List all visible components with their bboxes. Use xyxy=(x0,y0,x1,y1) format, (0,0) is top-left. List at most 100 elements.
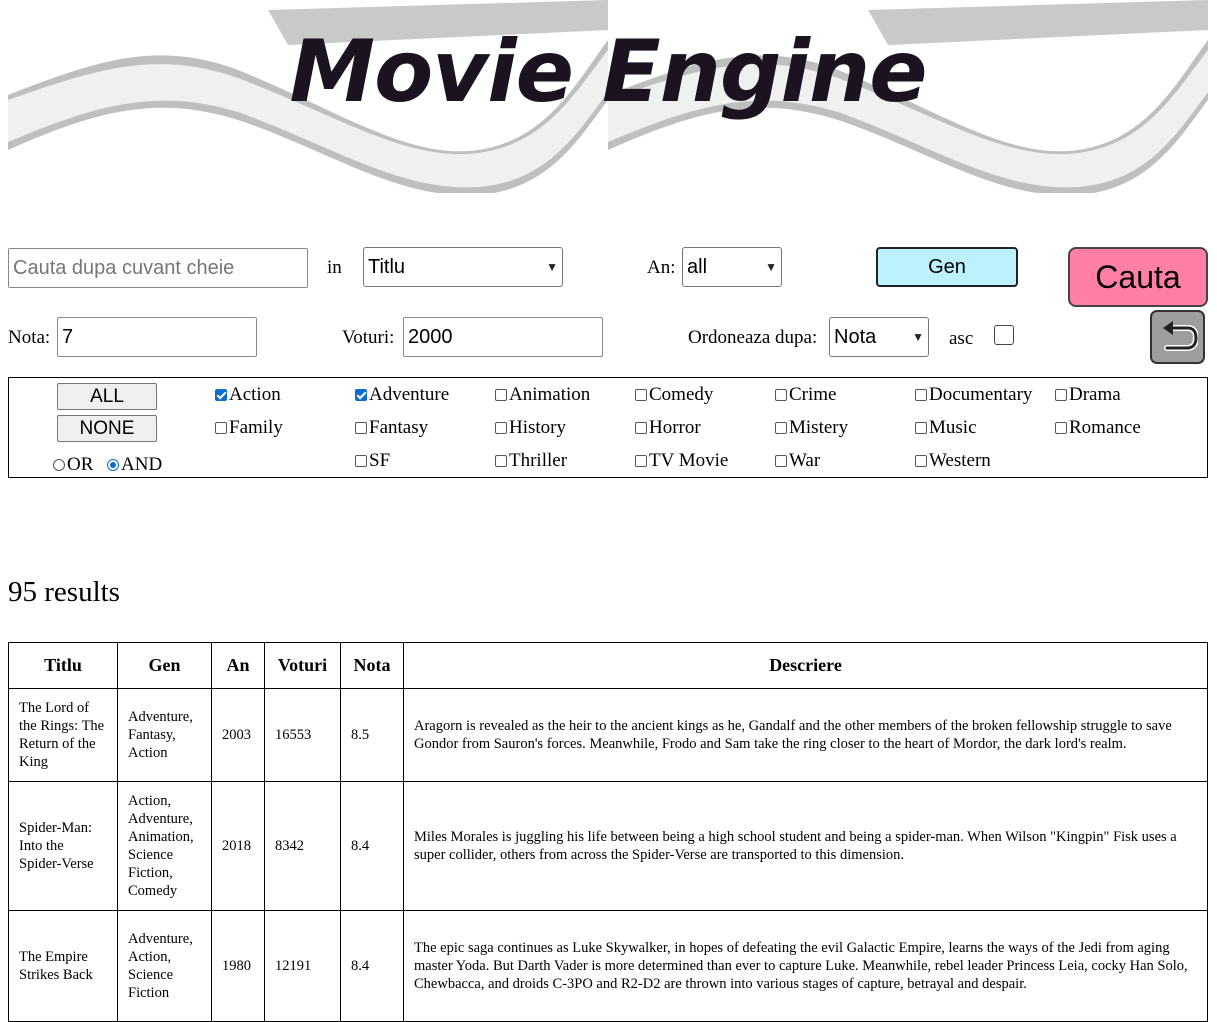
genre-checkbox[interactable] xyxy=(635,389,647,401)
genre-checkbox[interactable] xyxy=(635,422,647,434)
genre-label: Drama xyxy=(1069,384,1121,405)
genre-label: Comedy xyxy=(649,384,714,405)
column-header-description[interactable]: Descriere xyxy=(403,642,1208,689)
sort-select[interactable]: Nota ▼ xyxy=(829,317,929,357)
movie-votes: 8342 xyxy=(264,781,341,911)
reset-button[interactable] xyxy=(1150,310,1205,364)
genre-label: Fantasy xyxy=(369,417,429,438)
movie-title: Spider-Man: Into the Spider-Verse xyxy=(8,781,118,911)
genre-checkbox[interactable] xyxy=(915,455,927,467)
column-header-votes[interactable]: Voturi xyxy=(264,642,341,689)
genre-checkbox[interactable] xyxy=(355,389,367,401)
genre-toggle-button[interactable]: Gen xyxy=(876,247,1018,287)
genre-option-action[interactable]: Action xyxy=(215,384,281,406)
genre-option-mistery[interactable]: Mistery xyxy=(775,417,848,439)
undo-icon xyxy=(1162,321,1198,351)
table-row[interactable]: Spider-Man: Into the Spider-Verse Action… xyxy=(8,781,1208,911)
genre-checkbox[interactable] xyxy=(1055,389,1067,401)
genre-label: Mistery xyxy=(789,417,849,438)
and-label: AND xyxy=(121,454,163,475)
genre-label: SF xyxy=(369,450,391,471)
column-header-year[interactable]: An xyxy=(211,642,265,689)
keyword-search-input[interactable] xyxy=(8,248,308,288)
genre-checkbox[interactable] xyxy=(495,389,507,401)
movie-votes: 12191 xyxy=(264,910,341,1022)
genre-option-fantasy[interactable]: Fantasy xyxy=(355,417,428,439)
logo: Movie Engine xyxy=(289,22,927,122)
genre-option-sf[interactable]: SF xyxy=(355,450,390,472)
genre-label: Horror xyxy=(649,417,701,438)
genre-option-horror[interactable]: Horror xyxy=(635,417,701,439)
genre-checkbox[interactable] xyxy=(355,422,367,434)
search-field-value: Titlu xyxy=(368,255,406,278)
genre-checkbox[interactable] xyxy=(1055,422,1067,434)
genre-checkbox[interactable] xyxy=(495,422,507,434)
movie-description: The epic saga continues as Luke Skywalke… xyxy=(403,910,1208,1022)
genre-label: Romance xyxy=(1069,417,1141,438)
genre-option-music[interactable]: Music xyxy=(915,417,977,439)
genre-mode-and[interactable]: AND xyxy=(107,454,162,476)
or-radio[interactable] xyxy=(53,459,65,471)
genre-checkbox[interactable] xyxy=(915,389,927,401)
genre-checkbox[interactable] xyxy=(215,389,227,401)
genre-option-crime[interactable]: Crime xyxy=(775,384,837,406)
genre-checkbox[interactable] xyxy=(775,455,787,467)
table-row[interactable]: The Lord of the Rings: The Return of the… xyxy=(8,688,1208,782)
genre-option-war[interactable]: War xyxy=(775,450,820,472)
rating-input[interactable] xyxy=(57,317,257,357)
genre-label: Documentary xyxy=(929,384,1033,405)
year-select[interactable]: all ▼ xyxy=(682,247,782,287)
year-value: all xyxy=(687,255,708,278)
table-row[interactable]: The Empire Strikes Back Adventure, Actio… xyxy=(8,910,1208,1022)
results-count: 95 results xyxy=(8,576,120,608)
genre-label: War xyxy=(789,450,821,471)
search-field-select[interactable]: Titlu ▼ xyxy=(363,247,563,287)
genre-label: Music xyxy=(929,417,977,438)
genre-option-thriller[interactable]: Thriller xyxy=(495,450,567,472)
header-banner: Movie Engine xyxy=(8,0,1208,193)
genre-checkbox[interactable] xyxy=(775,422,787,434)
or-label: OR xyxy=(67,454,94,475)
genre-checkbox[interactable] xyxy=(775,389,787,401)
column-header-genre[interactable]: Gen xyxy=(117,642,212,689)
genre-mode-or[interactable]: OR xyxy=(53,454,93,476)
votes-input[interactable] xyxy=(403,317,603,357)
votes-label: Voturi: xyxy=(342,327,395,348)
rating-label: Nota: xyxy=(8,327,51,348)
genre-option-comedy[interactable]: Comedy xyxy=(635,384,713,406)
and-radio[interactable] xyxy=(107,459,119,471)
movie-title: The Empire Strikes Back xyxy=(8,910,118,1022)
genre-option-adventure[interactable]: Adventure xyxy=(355,384,449,406)
select-all-genres-button[interactable]: ALL xyxy=(57,383,157,410)
movie-rating: 8.4 xyxy=(340,781,404,911)
genre-checkbox[interactable] xyxy=(355,455,367,467)
select-none-genres-button[interactable]: NONE xyxy=(57,415,157,442)
genre-option-history[interactable]: History xyxy=(495,417,566,439)
results-table: Titlu Gen An Voturi Nota Descriere The L… xyxy=(8,642,1208,1022)
genre-checkbox[interactable] xyxy=(495,455,507,467)
column-header-title[interactable]: Titlu xyxy=(8,642,118,689)
genre-checkbox[interactable] xyxy=(635,455,647,467)
search-button[interactable]: Cauta xyxy=(1068,247,1208,307)
genre-option-documentary[interactable]: Documentary xyxy=(915,384,1032,406)
genre-option-tv-movie[interactable]: TV Movie xyxy=(635,450,728,472)
column-header-rating[interactable]: Nota xyxy=(340,642,404,689)
movie-genre: Adventure, Action, Science Fiction xyxy=(117,910,212,1022)
genre-label: Adventure xyxy=(369,384,450,405)
genre-label: Western xyxy=(929,450,991,471)
genre-option-drama[interactable]: Drama xyxy=(1055,384,1121,406)
genre-filter-panel: ALL NONE OR AND Action Adventure Animation… xyxy=(8,377,1208,478)
genre-checkbox[interactable] xyxy=(915,422,927,434)
movie-description: Aragorn is revealed as the heir to the a… xyxy=(403,688,1208,782)
table-header-row: Titlu Gen An Voturi Nota Descriere xyxy=(8,642,1208,689)
movie-genre: Adventure, Fantasy, Action xyxy=(117,688,212,782)
genre-option-animation[interactable]: Animation xyxy=(495,384,590,406)
chevron-down-icon: ▼ xyxy=(546,260,558,274)
movie-description: Miles Morales is juggling his life betwe… xyxy=(403,781,1208,911)
genre-option-romance[interactable]: Romance xyxy=(1055,417,1141,439)
asc-checkbox[interactable] xyxy=(994,325,1014,345)
asc-label: asc xyxy=(949,328,974,349)
genre-checkbox[interactable] xyxy=(215,422,227,434)
genre-option-western[interactable]: Western xyxy=(915,450,991,472)
genre-option-family[interactable]: Family xyxy=(215,417,283,439)
